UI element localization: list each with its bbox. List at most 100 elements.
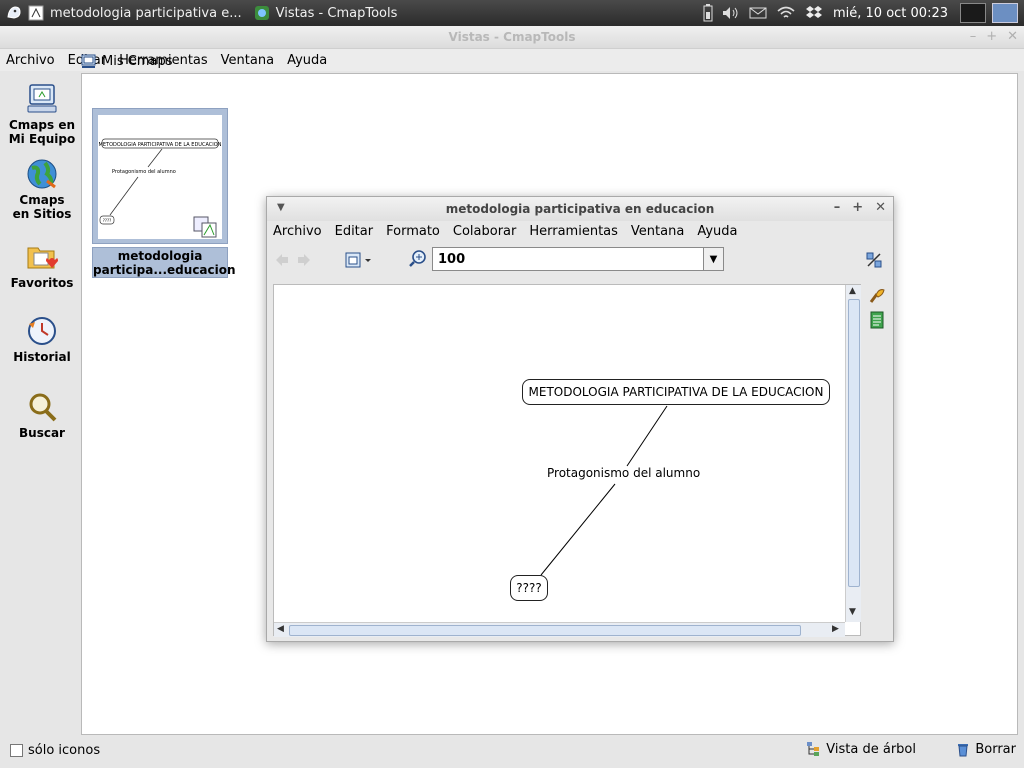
menu-ventana[interactable]: Ventana — [631, 224, 684, 239]
sidebar-label: Historial — [13, 350, 71, 364]
thumbnail-label-line1: metodologia — [117, 249, 203, 263]
magnifier-icon — [29, 393, 57, 422]
cmap-window-icon — [28, 5, 44, 21]
format-brush-icon[interactable] — [868, 287, 886, 305]
taskbar-label: metodologia participativa e... — [50, 5, 242, 21]
sidebar-item-cmaps-en-mi-equipo[interactable]: Cmaps en Mi Equipo — [0, 82, 84, 146]
zoom-icon[interactable] — [409, 250, 427, 268]
cmap-menubar: Archivo Editar Formato Colaborar Herrami… — [267, 221, 893, 241]
cmap-canvas[interactable]: METODOLOGIA PARTICIPATIVA DE LA EDUCACIO… — [273, 284, 861, 637]
close-icon[interactable]: ✕ — [875, 200, 886, 215]
horizontal-scrollbar[interactable]: ◀ ▶ — [274, 622, 845, 637]
only-icons-label[interactable]: sólo iconos — [28, 743, 100, 758]
clock[interactable]: mié, 10 oct 00:23 — [833, 6, 948, 21]
breadcrumb: Mis Cmaps — [81, 50, 172, 72]
scroll-right-icon[interactable]: ▶ — [832, 624, 839, 634]
trash-icon — [958, 744, 969, 757]
horizontal-scroll-thumb[interactable] — [289, 625, 801, 636]
dropbox-icon[interactable] — [805, 5, 823, 21]
zoom-value[interactable]: 100 — [433, 252, 703, 267]
my-cmaps-icon — [81, 54, 96, 68]
forward-arrow-icon[interactable] — [297, 253, 311, 267]
styles-icon[interactable] — [868, 311, 886, 329]
start-menu-icon[interactable] — [6, 5, 22, 21]
battery-icon[interactable] — [703, 4, 713, 22]
concept-main[interactable]: METODOLOGIA PARTICIPATIVA DE LA EDUCACIO… — [522, 379, 830, 405]
sidebar-item-historial[interactable]: Historial — [0, 314, 84, 364]
tree-view-label: Vista de árbol — [826, 741, 916, 757]
cmap-toolbar: 100 ▼ — [267, 241, 893, 279]
system-tray — [703, 4, 823, 22]
cmaptools-icon — [254, 6, 269, 20]
cmap-window-title: metodologia participativa en educacion — [445, 202, 715, 216]
connection-line[interactable] — [540, 483, 616, 576]
cmap-thumbnail[interactable]: METODOLOGIA PARTICIPATIVA DE LA EDUCACIO… — [92, 108, 228, 244]
menu-editar[interactable]: Editar — [335, 224, 374, 239]
thumbnail-preview-graphic: METODOLOGIA PARTICIPATIVA DE LA EDUCACIO… — [99, 138, 222, 238]
back-arrow-icon[interactable] — [275, 253, 289, 267]
taskbar-item-cmap[interactable]: metodologia participativa e... — [0, 0, 248, 26]
window-menu-icon[interactable]: ▼ — [277, 202, 285, 213]
thumbnail-label-line2: participa...educacion — [93, 263, 236, 277]
cmap-window: ▼ metodologia participativa en educacion… — [266, 196, 894, 642]
connection-line[interactable] — [626, 405, 668, 467]
concept-target[interactable]: ???? — [510, 575, 548, 601]
thumbnail-title-text: METODOLOGIA PARTICIPATIVA DE LA EDUCACIO… — [99, 142, 222, 148]
volume-icon[interactable] — [722, 6, 740, 20]
workspace-1[interactable] — [960, 3, 986, 23]
taskbar-label: Vistas - CmapTools — [275, 5, 398, 21]
mail-icon[interactable] — [749, 7, 767, 19]
cmap-thumbnail-label[interactable]: metodologia participa...educacion — [92, 247, 236, 278]
minimize-icon[interactable]: – — [970, 29, 977, 44]
delete-label: Borrar — [975, 741, 1016, 757]
menu-formato[interactable]: Formato — [386, 224, 440, 239]
system-panel: metodologia participativa e... Vistas - … — [0, 0, 1024, 26]
connection-lines — [540, 405, 668, 576]
collaboration-icon[interactable] — [865, 251, 883, 269]
linking-phrase[interactable]: Protagonismo del alumno — [547, 466, 700, 480]
workspace-2[interactable] — [992, 3, 1018, 23]
menu-colaborar[interactable]: Colaborar — [453, 224, 516, 239]
menu-ventana[interactable]: Ventana — [221, 53, 274, 68]
history-icon — [28, 317, 56, 345]
only-icons-checkbox[interactable] — [10, 743, 23, 757]
sidebar-label: Cmaps — [19, 193, 65, 207]
views-menu-icon[interactable] — [345, 251, 373, 269]
sidebar-item-favoritos[interactable]: Favoritos — [0, 240, 84, 290]
sidebar-label: Cmaps en — [9, 118, 75, 132]
window-title: Vistas - CmapTools — [448, 30, 576, 44]
sidebar-label: Buscar — [19, 426, 65, 440]
sidebar-item-buscar[interactable]: Buscar — [0, 390, 84, 440]
sidebar-label: Mi Equipo — [8, 132, 76, 146]
wifi-icon[interactable] — [776, 6, 796, 20]
close-icon[interactable]: ✕ — [1007, 29, 1018, 44]
menu-ayuda[interactable]: Ayuda — [287, 53, 327, 68]
sidebar-item-cmaps-en-sitios[interactable]: Cmaps en Sitios — [0, 157, 84, 221]
menu-ayuda[interactable]: Ayuda — [697, 224, 737, 239]
scroll-up-icon[interactable]: ▲ — [849, 286, 856, 296]
status-bar: sólo iconos Vista de árbol Borrar — [0, 738, 1024, 762]
chevron-down-icon[interactable]: ▼ — [703, 248, 723, 270]
vertical-scroll-thumb[interactable] — [848, 299, 860, 587]
favorites-icon — [27, 247, 58, 269]
delete-button[interactable]: Borrar — [955, 741, 1016, 757]
menu-herramientas[interactable]: Herramientas — [529, 224, 618, 239]
scroll-down-icon[interactable]: ▼ — [849, 607, 856, 617]
zoom-combo[interactable]: 100 ▼ — [432, 247, 724, 271]
maximize-icon[interactable]: + — [986, 29, 997, 44]
tree-view-icon — [807, 742, 820, 756]
maximize-icon[interactable]: + — [852, 200, 863, 215]
tree-view-button[interactable]: Vista de árbol — [806, 741, 916, 757]
sidebar-label: en Sitios — [12, 207, 72, 221]
minimize-icon[interactable]: – — [834, 200, 841, 215]
computer-icon — [27, 84, 57, 113]
thumbnail-link-text: Protagonismo del alumno — [112, 169, 176, 175]
breadcrumb-label: Mis Cmaps — [102, 53, 173, 69]
window-titlebar[interactable]: Vistas - CmapTools – + ✕ — [0, 26, 1024, 49]
taskbar-item-vistas[interactable]: Vistas - CmapTools — [248, 0, 404, 26]
menu-archivo[interactable]: Archivo — [6, 53, 55, 68]
vertical-scrollbar[interactable]: ▲ ▼ — [845, 285, 861, 622]
scroll-left-icon[interactable]: ◀ — [277, 624, 284, 634]
cmap-window-titlebar[interactable]: ▼ metodologia participativa en educacion… — [267, 197, 893, 221]
menu-archivo[interactable]: Archivo — [273, 224, 322, 239]
